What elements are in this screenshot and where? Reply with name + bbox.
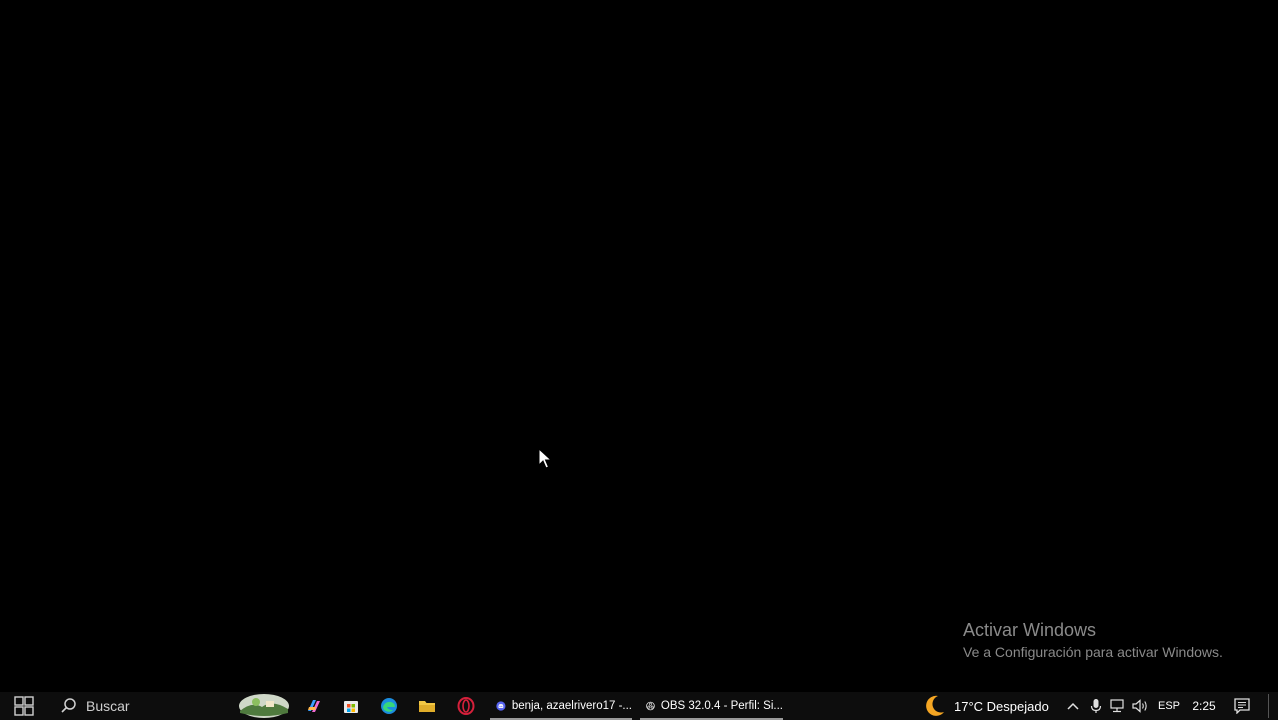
taskbar: Buscar benja, azaelrivero17 -... OBS 32.…	[0, 692, 1278, 720]
activation-watermark: Activar Windows Ve a Configuración para …	[963, 619, 1223, 661]
volume-tray-button[interactable]	[1130, 692, 1152, 720]
watermark-subtitle: Ve a Configuración para activar Windows.	[963, 644, 1223, 660]
microsoft-store-button[interactable]	[332, 692, 370, 720]
copilot-icon	[308, 700, 320, 712]
network-tray-button[interactable]	[1107, 692, 1129, 720]
microphone-tray-button[interactable]	[1085, 692, 1107, 720]
taskbar-app-discord[interactable]: benja, azaelrivero17 -...	[490, 692, 632, 720]
chevron-up-icon	[1067, 702, 1079, 710]
search-icon	[61, 698, 76, 713]
watermark-title: Activar Windows	[963, 620, 1097, 640]
obs-icon	[646, 701, 655, 711]
opera-icon	[457, 697, 475, 715]
action-center-icon	[1234, 698, 1250, 714]
clock-time: 2:25	[1192, 699, 1216, 713]
edge-button[interactable]	[370, 692, 408, 720]
file-explorer-button[interactable]	[408, 692, 446, 720]
discord-icon	[496, 701, 506, 711]
notifications-button[interactable]	[1227, 692, 1257, 720]
microsoft-store-icon	[344, 701, 358, 713]
show-desktop-divider[interactable]	[1268, 694, 1269, 718]
desktop[interactable]: Activar Windows Ve a Configuración para …	[0, 0, 1278, 692]
mouse-cursor-icon	[538, 448, 552, 469]
start-button[interactable]	[6, 692, 42, 720]
file-explorer-icon	[419, 701, 435, 712]
input-language-button[interactable]: ESP	[1155, 692, 1183, 720]
show-hidden-icons-button[interactable]	[1062, 692, 1084, 720]
taskbar-app-label: OBS 32.0.4 - Perfil: Si...	[660, 700, 783, 712]
weather-text: 17°C Despejado	[954, 698, 1049, 714]
taskbar-app-label: benja, azaelrivero17 -...	[511, 700, 632, 712]
microphone-icon	[1090, 699, 1102, 713]
news-widget-button[interactable]	[236, 692, 292, 720]
windows-start-icon	[14, 696, 34, 716]
news-widget-icon	[239, 694, 289, 718]
search-input[interactable]: Buscar	[86, 698, 130, 714]
clock-button[interactable]: 2:25	[1188, 692, 1220, 720]
search-box[interactable]: Buscar	[50, 692, 230, 720]
moon-icon	[926, 695, 944, 716]
taskbar-app-obs[interactable]: OBS 32.0.4 - Perfil: Si...	[640, 692, 783, 720]
network-icon	[1110, 699, 1124, 713]
copilot-button[interactable]	[294, 692, 332, 720]
language-indicator: ESP	[1157, 700, 1180, 712]
edge-icon	[381, 698, 397, 714]
speaker-icon	[1132, 699, 1147, 713]
opera-button[interactable]	[447, 692, 485, 720]
weather-widget[interactable]: 17°C Despejado	[920, 692, 1060, 720]
